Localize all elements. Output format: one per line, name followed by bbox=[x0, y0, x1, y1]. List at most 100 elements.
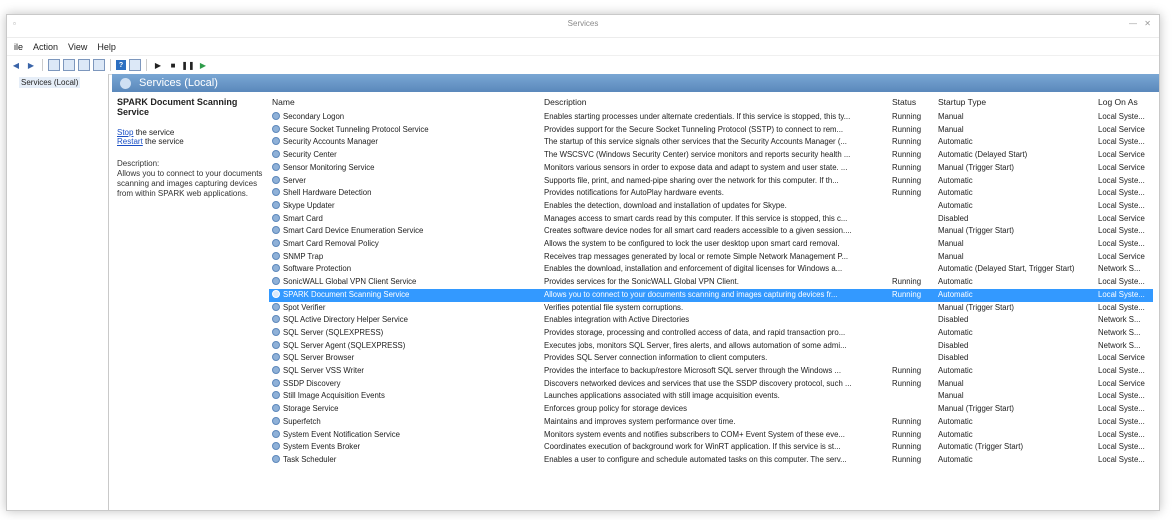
extended-view: SPARK Document Scanning Service Stop the… bbox=[117, 97, 267, 199]
table-row[interactable]: Server Supports file, print, and named-pi… bbox=[269, 175, 1153, 188]
menu-view[interactable]: View bbox=[63, 42, 92, 52]
cell-startup: Manual bbox=[935, 111, 1095, 124]
menu-bar: ile Action View Help bbox=[7, 38, 1159, 56]
service-name-text: SQL Server VSS Writer bbox=[283, 366, 365, 376]
cell-startup: Automatic bbox=[935, 187, 1095, 200]
show-hide-console-tree-icon[interactable] bbox=[48, 59, 60, 71]
table-row[interactable]: Superfetch Maintains and improves system … bbox=[269, 416, 1153, 429]
table-row[interactable]: SNMP Trap Receives trap messages generate… bbox=[269, 251, 1153, 264]
cell-status: Running bbox=[889, 187, 935, 200]
service-gear-icon bbox=[272, 175, 280, 184]
table-row[interactable]: SQL Server (SQLEXPRESS) Provides storage,… bbox=[269, 327, 1153, 340]
table-row[interactable]: Software Protection Enables the download,… bbox=[269, 263, 1153, 276]
cell-name: SQL Server Agent (SQLEXPRESS) bbox=[269, 340, 541, 353]
table-row[interactable]: SQL Active Directory Helper Service Enabl… bbox=[269, 314, 1153, 327]
column-header-description[interactable]: Description bbox=[541, 95, 889, 111]
minimize-icon[interactable]: — bbox=[1129, 19, 1137, 28]
cell-startup: Manual (Trigger Start) bbox=[935, 403, 1095, 416]
cell-startup: Manual bbox=[935, 238, 1095, 251]
table-row[interactable]: Task Scheduler Enables a user to configur… bbox=[269, 454, 1153, 467]
cell-description: Provides support for the Secure Socket T… bbox=[541, 124, 889, 137]
table-row[interactable]: Shell Hardware Detection Provides notific… bbox=[269, 187, 1153, 200]
service-startup-text: Manual (Trigger Start) bbox=[938, 302, 1014, 312]
table-row[interactable]: Storage Service Enforces group policy for… bbox=[269, 403, 1153, 416]
cell-description: Enables the detection, download and inst… bbox=[541, 200, 889, 213]
menu-file[interactable]: ile bbox=[9, 42, 28, 52]
table-row[interactable]: Sensor Monitoring Service Monitors variou… bbox=[269, 162, 1153, 175]
menu-action[interactable]: Action bbox=[28, 42, 63, 52]
column-header-log-on-as[interactable]: Log On As bbox=[1095, 95, 1153, 111]
cell-status bbox=[889, 200, 935, 213]
cell-status bbox=[889, 314, 935, 327]
cell-description: Provides the interface to backup/restore… bbox=[541, 365, 889, 378]
table-row[interactable]: SPARK Document Scanning Service Allows yo… bbox=[269, 288, 1153, 302]
table-row[interactable]: Still Image Acquisition Events Launches a… bbox=[269, 390, 1153, 403]
service-name-text: SQL Active Directory Helper Service bbox=[283, 315, 408, 325]
cell-name: Spot Verifier bbox=[269, 302, 541, 315]
cell-startup: Automatic (Trigger Start) bbox=[935, 441, 1095, 454]
table-row[interactable]: Secure Socket Tunneling Protocol Service… bbox=[269, 124, 1153, 137]
restart-service-icon[interactable]: ▶ bbox=[197, 59, 209, 71]
table-row[interactable]: Security Center The WSCSVC (Windows Secur… bbox=[269, 149, 1153, 162]
service-gear-icon bbox=[272, 391, 280, 400]
cell-startup: Automatic (Delayed Start) bbox=[935, 149, 1095, 162]
cell-description: Receives trap messages generated by loca… bbox=[541, 251, 889, 264]
table-row[interactable]: SSDP Discovery Discovers networked device… bbox=[269, 378, 1153, 391]
table-row[interactable]: SonicWALL Global VPN Client Service Provi… bbox=[269, 276, 1153, 289]
service-startup-text: Automatic bbox=[938, 327, 973, 337]
stop-service-icon[interactable]: ■ bbox=[167, 59, 179, 71]
service-name-text: Still Image Acquisition Events bbox=[283, 391, 385, 401]
column-header-status[interactable]: Status bbox=[889, 95, 935, 111]
start-service-icon[interactable]: ▶ bbox=[152, 59, 164, 71]
export-list-icon[interactable] bbox=[93, 59, 105, 71]
cell-startup: Automatic bbox=[935, 276, 1095, 289]
cell-logon: Local Service bbox=[1095, 251, 1153, 264]
table-row[interactable]: SQL Server VSS Writer Provides the interf… bbox=[269, 365, 1153, 378]
service-status-text: Running bbox=[892, 442, 922, 452]
cell-logon: Network S... bbox=[1095, 340, 1153, 353]
menu-help[interactable]: Help bbox=[92, 42, 121, 52]
cell-logon: Network S... bbox=[1095, 263, 1153, 276]
cell-name: Server bbox=[269, 175, 541, 188]
table-row[interactable]: Skype Updater Enables the detection, down… bbox=[269, 200, 1153, 213]
cell-name: Still Image Acquisition Events bbox=[269, 390, 541, 403]
column-header-startup-type[interactable]: Startup Type bbox=[935, 95, 1095, 111]
close-icon[interactable]: ✕ bbox=[1144, 19, 1151, 28]
table-row[interactable]: Smart Card Manages access to smart cards … bbox=[269, 213, 1153, 226]
help-icon[interactable]: ? bbox=[116, 60, 126, 70]
cell-status bbox=[889, 390, 935, 403]
toolbar-separator bbox=[42, 59, 43, 71]
cell-startup: Manual (Trigger Start) bbox=[935, 225, 1095, 238]
show-action-pane-icon[interactable] bbox=[129, 59, 141, 71]
table-row[interactable]: SQL Server Agent (SQLEXPRESS) Executes jo… bbox=[269, 340, 1153, 353]
service-gear-icon bbox=[272, 200, 280, 209]
service-name-text: SPARK Document Scanning Service bbox=[283, 289, 410, 299]
table-row[interactable]: SQL Server Browser Provides SQL Server co… bbox=[269, 352, 1153, 365]
table-row[interactable]: System Events Broker Coordinates executio… bbox=[269, 441, 1153, 454]
service-name-text: Superfetch bbox=[283, 416, 321, 426]
service-description-text: Provides services for the SonicWALL Glob… bbox=[544, 277, 739, 287]
table-row[interactable]: Security Accounts Manager The startup of … bbox=[269, 136, 1153, 149]
pause-service-icon[interactable]: ❚❚ bbox=[181, 59, 194, 71]
stop-service-link[interactable]: Stop bbox=[117, 128, 133, 137]
service-gear-icon bbox=[272, 150, 280, 159]
table-row[interactable]: System Event Notification Service Monitor… bbox=[269, 429, 1153, 442]
column-header-name[interactable]: Name bbox=[269, 95, 541, 111]
table-row[interactable]: Smart Card Removal Policy Allows the syst… bbox=[269, 238, 1153, 251]
service-name-text: System Events Broker bbox=[283, 442, 361, 452]
cell-description: Executes jobs, monitors SQL Server, fire… bbox=[541, 340, 889, 353]
cell-status: Running bbox=[889, 136, 935, 149]
forward-icon[interactable]: ▶ bbox=[25, 59, 37, 71]
restart-service-link[interactable]: Restart bbox=[117, 137, 143, 146]
refresh-icon[interactable] bbox=[78, 59, 90, 71]
table-row[interactable]: Spot Verifier Verifies potential file sys… bbox=[269, 302, 1153, 315]
service-startup-text: Manual (Trigger Start) bbox=[938, 162, 1014, 172]
back-icon[interactable]: ◀ bbox=[10, 59, 22, 71]
service-gear-icon bbox=[272, 315, 280, 324]
cell-name: SQL Server Browser bbox=[269, 352, 541, 365]
table-row[interactable]: Smart Card Device Enumeration Service Cre… bbox=[269, 225, 1153, 238]
properties-icon[interactable] bbox=[63, 59, 75, 71]
table-row[interactable]: Secondary Logon Enables starting processe… bbox=[269, 111, 1153, 124]
cell-description: Provides storage, processing and control… bbox=[541, 327, 889, 340]
tree-item-services-local[interactable]: Services (Local) bbox=[19, 77, 81, 88]
